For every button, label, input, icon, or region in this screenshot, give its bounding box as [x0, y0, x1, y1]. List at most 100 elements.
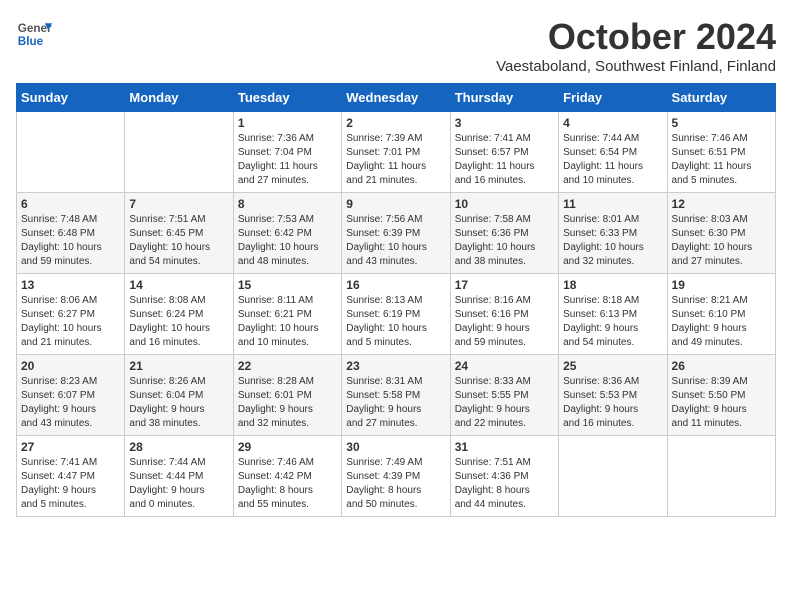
day-info: Sunrise: 8:01 AM Sunset: 6:33 PM Dayligh…: [563, 213, 662, 269]
calendar-cell: 16 Sunrise: 8:13 AM Sunset: 6:19 PM Dayli…: [342, 274, 450, 355]
day-number: 26: [672, 359, 771, 373]
day-number: 31: [455, 440, 554, 454]
day-info: Sunrise: 8:11 AM Sunset: 6:21 PM Dayligh…: [238, 294, 337, 350]
day-info: Sunrise: 8:31 AM Sunset: 5:58 PM Dayligh…: [346, 375, 445, 431]
calendar-cell: 12Sunrise: 8:03 AM Sunset: 6:30 PM Dayli…: [667, 193, 775, 274]
calendar-cell: [125, 112, 233, 193]
calendar-cell: 7Sunrise: 7:51 AM Sunset: 6:45 PM Daylig…: [125, 193, 233, 274]
day-number: 22: [238, 359, 337, 373]
day-number: 2: [346, 116, 445, 130]
calendar-cell: 2 Sunrise: 7:39 AM Sunset: 7:01 PM Daylig…: [342, 112, 450, 193]
day-info: Sunrise: 8:03 AM Sunset: 6:30 PM Dayligh…: [672, 213, 771, 269]
calendar-cell: 25Sunrise: 8:36 AM Sunset: 5:53 PM Dayli…: [559, 355, 667, 436]
day-number: 17: [455, 278, 554, 292]
calendar-cell: [667, 436, 775, 517]
day-info: Sunrise: 7:44 AM Sunset: 4:44 PM Dayligh…: [129, 456, 228, 512]
day-number: 4: [563, 116, 662, 130]
logo: General Blue: [16, 16, 52, 52]
calendar-cell: 1 Sunrise: 7:36 AM Sunset: 7:04 PM Daylig…: [233, 112, 341, 193]
calendar-cell: 24 Sunrise: 8:33 AM Sunset: 5:55 PM Dayli…: [450, 355, 558, 436]
day-number: 6: [21, 197, 120, 211]
col-monday: Monday: [125, 84, 233, 112]
day-number: 18: [563, 278, 662, 292]
day-number: 25: [563, 359, 662, 373]
calendar-cell: 14 Sunrise: 8:08 AM Sunset: 6:24 PM Dayli…: [125, 274, 233, 355]
day-number: 20: [21, 359, 120, 373]
calendar-cell: 22 Sunrise: 8:28 AM Sunset: 6:01 PM Dayli…: [233, 355, 341, 436]
day-number: 24: [455, 359, 554, 373]
day-info: Sunrise: 7:36 AM Sunset: 7:04 PM Dayligh…: [238, 132, 337, 188]
calendar-week-4: 20 Sunrise: 8:23 AM Sunset: 6:07 PM Dayli…: [17, 355, 776, 436]
day-info: Sunrise: 7:53 AM Sunset: 6:42 PM Dayligh…: [238, 213, 337, 269]
day-info: Sunrise: 8:13 AM Sunset: 6:19 PM Dayligh…: [346, 294, 445, 350]
header: General Blue October 2024 Vaestaboland, …: [16, 16, 776, 75]
day-number: 21: [129, 359, 228, 373]
calendar-cell: 23 Sunrise: 8:31 AM Sunset: 5:58 PM Dayli…: [342, 355, 450, 436]
calendar-cell: 10Sunrise: 7:58 AM Sunset: 6:36 PM Dayli…: [450, 193, 558, 274]
col-thursday: Thursday: [450, 84, 558, 112]
day-info: Sunrise: 8:06 AM Sunset: 6:27 PM Dayligh…: [21, 294, 120, 350]
calendar-cell: 18 Sunrise: 8:18 AM Sunset: 6:13 PM Dayli…: [559, 274, 667, 355]
calendar-table: Sunday Monday Tuesday Wednesday Thursday…: [16, 83, 776, 517]
calendar-cell: 28Sunrise: 7:44 AM Sunset: 4:44 PM Dayli…: [125, 436, 233, 517]
calendar-cell: 20 Sunrise: 8:23 AM Sunset: 6:07 PM Dayli…: [17, 355, 125, 436]
calendar-cell: 27Sunrise: 7:41 AM Sunset: 4:47 PM Dayli…: [17, 436, 125, 517]
day-number: 5: [672, 116, 771, 130]
day-number: 8: [238, 197, 337, 211]
day-info: Sunrise: 8:18 AM Sunset: 6:13 PM Dayligh…: [563, 294, 662, 350]
calendar-cell: 19 Sunrise: 8:21 AM Sunset: 6:10 PM Dayli…: [667, 274, 775, 355]
day-info: Sunrise: 7:39 AM Sunset: 7:01 PM Dayligh…: [346, 132, 445, 188]
day-info: Sunrise: 7:58 AM Sunset: 6:36 PM Dayligh…: [455, 213, 554, 269]
day-info: Sunrise: 7:49 AM Sunset: 4:39 PM Dayligh…: [346, 456, 445, 512]
calendar-cell: 9Sunrise: 7:56 AM Sunset: 6:39 PM Daylig…: [342, 193, 450, 274]
calendar-cell: 13 Sunrise: 8:06 AM Sunset: 6:27 PM Dayli…: [17, 274, 125, 355]
day-info: Sunrise: 7:44 AM Sunset: 6:54 PM Dayligh…: [563, 132, 662, 188]
calendar-cell: 11 Sunrise: 8:01 AM Sunset: 6:33 PM Dayli…: [559, 193, 667, 274]
day-info: Sunrise: 8:33 AM Sunset: 5:55 PM Dayligh…: [455, 375, 554, 431]
calendar-cell: 26 Sunrise: 8:39 AM Sunset: 5:50 PM Dayli…: [667, 355, 775, 436]
day-number: 16: [346, 278, 445, 292]
day-info: Sunrise: 7:46 AM Sunset: 6:51 PM Dayligh…: [672, 132, 771, 188]
day-number: 3: [455, 116, 554, 130]
day-info: Sunrise: 8:26 AM Sunset: 6:04 PM Dayligh…: [129, 375, 228, 431]
day-info: Sunrise: 8:23 AM Sunset: 6:07 PM Dayligh…: [21, 375, 120, 431]
col-wednesday: Wednesday: [342, 84, 450, 112]
day-number: 11: [563, 197, 662, 211]
calendar-cell: 15Sunrise: 8:11 AM Sunset: 6:21 PM Dayli…: [233, 274, 341, 355]
day-info: Sunrise: 8:21 AM Sunset: 6:10 PM Dayligh…: [672, 294, 771, 350]
day-number: 13: [21, 278, 120, 292]
calendar-week-1: 1 Sunrise: 7:36 AM Sunset: 7:04 PM Daylig…: [17, 112, 776, 193]
calendar-cell: 3 Sunrise: 7:41 AM Sunset: 6:57 PM Daylig…: [450, 112, 558, 193]
calendar-cell: 6 Sunrise: 7:48 AM Sunset: 6:48 PM Daylig…: [17, 193, 125, 274]
day-number: 14: [129, 278, 228, 292]
calendar-cell: [559, 436, 667, 517]
logo-icon: General Blue: [16, 16, 52, 52]
day-number: 29: [238, 440, 337, 454]
day-info: Sunrise: 8:39 AM Sunset: 5:50 PM Dayligh…: [672, 375, 771, 431]
day-info: Sunrise: 8:28 AM Sunset: 6:01 PM Dayligh…: [238, 375, 337, 431]
day-number: 19: [672, 278, 771, 292]
calendar-week-2: 6 Sunrise: 7:48 AM Sunset: 6:48 PM Daylig…: [17, 193, 776, 274]
day-info: Sunrise: 7:46 AM Sunset: 4:42 PM Dayligh…: [238, 456, 337, 512]
col-friday: Friday: [559, 84, 667, 112]
calendar-cell: 17Sunrise: 8:16 AM Sunset: 6:16 PM Dayli…: [450, 274, 558, 355]
day-info: Sunrise: 7:51 AM Sunset: 6:45 PM Dayligh…: [129, 213, 228, 269]
day-number: 9: [346, 197, 445, 211]
day-info: Sunrise: 7:41 AM Sunset: 4:47 PM Dayligh…: [21, 456, 120, 512]
calendar-cell: 29 Sunrise: 7:46 AM Sunset: 4:42 PM Dayli…: [233, 436, 341, 517]
col-saturday: Saturday: [667, 84, 775, 112]
day-info: Sunrise: 7:48 AM Sunset: 6:48 PM Dayligh…: [21, 213, 120, 269]
day-info: Sunrise: 8:08 AM Sunset: 6:24 PM Dayligh…: [129, 294, 228, 350]
calendar-week-5: 27Sunrise: 7:41 AM Sunset: 4:47 PM Dayli…: [17, 436, 776, 517]
svg-text:Blue: Blue: [18, 35, 44, 48]
calendar-body: 1 Sunrise: 7:36 AM Sunset: 7:04 PM Daylig…: [17, 112, 776, 517]
day-number: 23: [346, 359, 445, 373]
col-sunday: Sunday: [17, 84, 125, 112]
day-info: Sunrise: 7:41 AM Sunset: 6:57 PM Dayligh…: [455, 132, 554, 188]
day-number: 1: [238, 116, 337, 130]
calendar-cell: 8 Sunrise: 7:53 AM Sunset: 6:42 PM Daylig…: [233, 193, 341, 274]
day-info: Sunrise: 7:51 AM Sunset: 4:36 PM Dayligh…: [455, 456, 554, 512]
day-number: 30: [346, 440, 445, 454]
calendar-header: Sunday Monday Tuesday Wednesday Thursday…: [17, 84, 776, 112]
col-tuesday: Tuesday: [233, 84, 341, 112]
